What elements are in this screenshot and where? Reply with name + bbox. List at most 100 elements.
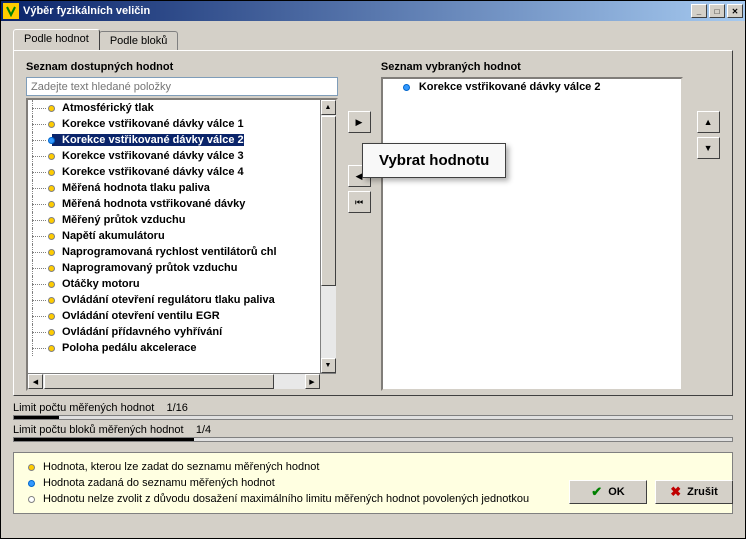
bullet-icon — [48, 153, 55, 160]
vertical-scrollbar[interactable]: ▲ ▼ — [320, 100, 336, 373]
tooltip: Vybrat hodnotu — [362, 143, 506, 178]
list-item[interactable]: Korekce vstřikované dávky válce 3 — [28, 148, 320, 164]
item-label: Měřený průtok vzduchu — [52, 214, 185, 226]
item-label: Ovládání přídavného vyhřívání — [52, 326, 222, 338]
limit-values-value: 1/16 — [166, 402, 187, 414]
bullet-icon — [48, 121, 55, 128]
tab-by-values[interactable]: Podle hodnot — [13, 29, 100, 50]
maximize-button[interactable]: □ — [709, 4, 725, 18]
selected-panel: Seznam vybraných hodnot Korekce vstřikov… — [381, 61, 683, 391]
item-label: Korekce vstřikované dávky válce 3 — [52, 150, 244, 162]
bullet-icon — [48, 169, 55, 176]
legend-available: Hodnota, kterou lze zadat do seznamu měř… — [22, 459, 724, 475]
window: Výběr fyzikálních veličin _ □ ✕ Podle ho… — [0, 0, 746, 539]
bullet-icon — [48, 329, 55, 336]
item-label: Poloha pedálu akcelerace — [52, 342, 197, 354]
bullet-icon — [403, 84, 410, 91]
item-label: Korekce vstřikované dávky válce 2 — [52, 134, 244, 146]
limits: Limit počtu měřených hodnot 1/16 Limit p… — [13, 402, 733, 446]
available-list[interactable]: Atmosférický tlak Korekce vstřikované dáv… — [26, 98, 338, 391]
limit-blocks-bar — [13, 437, 733, 442]
list-item[interactable]: Korekce vstřikované dávky válce 4 — [28, 164, 320, 180]
transfer-buttons: ▶ ◀ ⏮ — [348, 61, 371, 391]
bullet-icon — [48, 313, 55, 320]
tabs: Podle hodnot Podle bloků — [13, 29, 733, 50]
client-area: Podle hodnot Podle bloků Seznam dostupný… — [1, 21, 745, 538]
scroll-thumb[interactable] — [321, 116, 336, 286]
scroll-left-icon[interactable]: ◀ — [28, 374, 43, 389]
item-label: Korekce vstřikované dávky válce 2 — [415, 81, 601, 93]
item-label: Ovládání otevření ventilu EGR — [52, 310, 220, 322]
list-item[interactable]: Poloha pedálu akcelerace — [28, 340, 320, 356]
footer-buttons: ✔ OK ✖ Zrušit — [13, 480, 733, 504]
list-item[interactable]: Měřený průtok vzduchu — [28, 212, 320, 228]
list-item[interactable]: Otáčky motoru — [28, 276, 320, 292]
bullet-icon — [48, 281, 55, 288]
scroll-right-icon[interactable]: ▶ — [305, 374, 320, 389]
titlebar: Výběr fyzikálních veličin _ □ ✕ — [1, 1, 745, 21]
move-up-button[interactable]: ▲ — [697, 111, 720, 133]
close-button[interactable]: ✕ — [727, 4, 743, 18]
remove-all-button[interactable]: ⏮ — [348, 191, 371, 213]
list-item[interactable]: Měřená hodnota vstřikované dávky — [28, 196, 320, 212]
item-label: Napětí akumulátoru — [52, 230, 165, 242]
list-item[interactable]: Ovládání přídavného vyhřívání — [28, 324, 320, 340]
order-buttons: ▲ ▼ — [697, 61, 720, 391]
item-label: Ovládání otevření regulátoru tlaku paliv… — [52, 294, 275, 306]
list-item[interactable]: Korekce vstřikované dávky válce 1 — [28, 116, 320, 132]
limit-values: Limit počtu měřených hodnot 1/16 — [13, 402, 733, 420]
limit-blocks-value: 1/4 — [196, 424, 211, 436]
selected-list[interactable]: Korekce vstřikované dávky válce 2 — [381, 77, 683, 391]
minimize-button[interactable]: _ — [691, 4, 707, 18]
bullet-icon — [48, 105, 55, 112]
check-icon: ✔ — [591, 484, 602, 500]
limit-values-label: Limit počtu měřených hodnot — [13, 402, 154, 414]
window-title: Výběr fyzikálních veličin — [23, 5, 691, 17]
list-item[interactable]: Atmosférický tlak — [28, 100, 320, 116]
scroll-thumb-h[interactable] — [44, 374, 274, 389]
item-label: Naprogramovaná rychlost ventilátorů chl — [52, 246, 277, 258]
item-label: Naprogramovaný průtok vzduchu — [52, 262, 237, 274]
cross-icon: ✖ — [670, 484, 681, 500]
list-item[interactable]: Napětí akumulátoru — [28, 228, 320, 244]
horizontal-scrollbar[interactable]: ◀ ▶ — [28, 373, 336, 389]
item-label: Korekce vstřikované dávky válce 4 — [52, 166, 244, 178]
bullet-icon — [48, 265, 55, 272]
item-label: Měřená hodnota vstřikované dávky — [52, 198, 245, 210]
limit-blocks: Limit počtu bloků měřených hodnot 1/4 — [13, 424, 733, 442]
bullet-icon — [48, 233, 55, 240]
list-item[interactable]: Korekce vstřikované dávky válce 2 — [28, 132, 320, 148]
list-item[interactable]: Měřená hodnota tlaku paliva — [28, 180, 320, 196]
item-label: Atmosférický tlak — [52, 102, 154, 114]
bullet-icon — [48, 249, 55, 256]
item-label: Otáčky motoru — [52, 278, 140, 290]
bullet-icon — [48, 297, 55, 304]
tab-by-blocks[interactable]: Podle bloků — [99, 31, 179, 50]
limit-values-bar — [13, 415, 733, 420]
bullet-icon — [48, 201, 55, 208]
scroll-corner — [320, 374, 336, 390]
add-button[interactable]: ▶ — [348, 111, 371, 133]
scroll-up-icon[interactable]: ▲ — [321, 100, 336, 115]
selected-title: Seznam vybraných hodnot — [381, 61, 683, 73]
scroll-down-icon[interactable]: ▼ — [321, 358, 336, 373]
app-icon — [3, 3, 19, 19]
available-title: Seznam dostupných hodnot — [26, 61, 338, 73]
search-input[interactable] — [26, 77, 338, 96]
ok-button[interactable]: ✔ OK — [569, 480, 647, 504]
cancel-button[interactable]: ✖ Zrušit — [655, 480, 733, 504]
move-down-button[interactable]: ▼ — [697, 137, 720, 159]
available-panel: Seznam dostupných hodnot Atmosférický tl… — [26, 61, 338, 391]
bullet-icon — [48, 137, 55, 144]
list-item[interactable]: Naprogramovaná rychlost ventilátorů chl — [28, 244, 320, 260]
list-item[interactable]: Ovládání otevření ventilu EGR — [28, 308, 320, 324]
bullet-icon — [48, 185, 55, 192]
list-item[interactable]: Naprogramovaný průtok vzduchu — [28, 260, 320, 276]
bullet-icon — [48, 345, 55, 352]
list-item[interactable]: Korekce vstřikované dávky válce 2 — [383, 79, 665, 95]
list-item[interactable]: Ovládání otevření regulátoru tlaku paliv… — [28, 292, 320, 308]
limit-blocks-label: Limit počtu bloků měřených hodnot — [13, 424, 184, 436]
item-label: Korekce vstřikované dávky válce 1 — [52, 118, 244, 130]
item-label: Měřená hodnota tlaku paliva — [52, 182, 210, 194]
bullet-yellow-icon — [28, 464, 35, 471]
